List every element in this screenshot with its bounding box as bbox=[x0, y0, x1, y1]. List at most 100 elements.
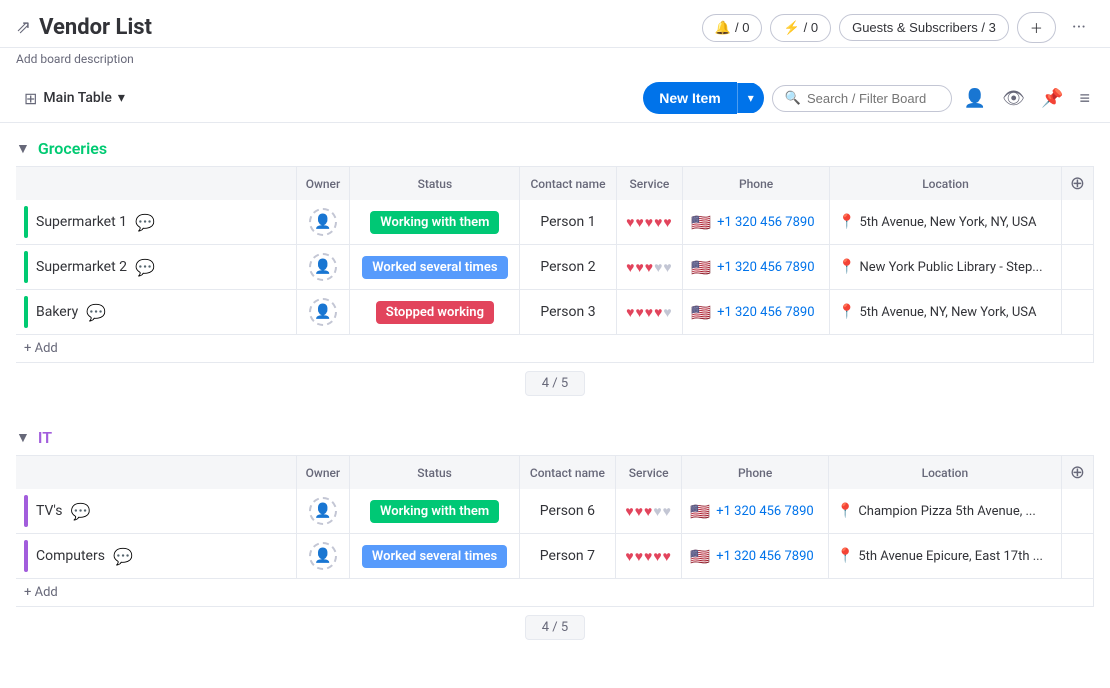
row-name: Supermarket 2 bbox=[36, 259, 127, 275]
summary-row-groceries: 4 / 5 bbox=[16, 363, 1094, 404]
status-badge[interactable]: Working with them bbox=[370, 211, 499, 234]
header-left: ⇗ Vendor List bbox=[16, 15, 152, 40]
avatar[interactable]: 👤 bbox=[309, 542, 337, 570]
table-icon: ⊞ bbox=[24, 89, 37, 108]
col-status-groceries: Status bbox=[350, 167, 520, 201]
toolbar: ⊞ Main Table ▾ New Item ▾ 🔍 👤 👁 📌 ≡ bbox=[0, 74, 1110, 123]
location-text: 5th Avenue Epicure, East 17th ... bbox=[858, 549, 1043, 564]
group-header-it: ▼ IT bbox=[16, 428, 1094, 447]
activity-count: / 0 bbox=[735, 20, 749, 35]
person-icon[interactable]: 👤 bbox=[960, 84, 990, 113]
more-options-button[interactable]: ··· bbox=[1064, 13, 1094, 42]
location-cell: 📍 5th Avenue Epicure, East 17th ... bbox=[828, 534, 1061, 579]
group-chevron-it[interactable]: ▼ bbox=[16, 429, 30, 446]
content: ▼ Groceries Owner Status Contact name Se… bbox=[0, 123, 1110, 688]
table-row: Computers 💬 👤 Worked several times Perso… bbox=[16, 534, 1094, 579]
activity2-button[interactable]: ⚡ / 0 bbox=[770, 14, 831, 42]
group-chevron-groceries[interactable]: ▼ bbox=[16, 140, 30, 157]
status-badge[interactable]: Working with them bbox=[370, 500, 499, 523]
add-column-icon[interactable]: ⊕ bbox=[1070, 462, 1085, 483]
phone-number: +1 320 456 7890 bbox=[717, 305, 814, 320]
app-header: ⇗ Vendor List 🔔 / 0 ⚡ / 0 Guests & Subsc… bbox=[0, 0, 1110, 48]
status-badge[interactable]: Worked several times bbox=[362, 545, 507, 568]
comment-icon[interactable]: 💬 bbox=[71, 502, 91, 521]
avatar[interactable]: 👤 bbox=[309, 497, 337, 525]
contact-cell: Person 7 bbox=[519, 534, 615, 579]
add-row-cell[interactable]: + Add bbox=[16, 579, 1094, 607]
comment-icon[interactable]: 💬 bbox=[113, 547, 133, 566]
board-description[interactable]: Add board description bbox=[0, 48, 1110, 74]
new-item-main-button[interactable]: New Item bbox=[643, 82, 736, 114]
avatar[interactable]: 👤 bbox=[309, 208, 337, 236]
status-badge[interactable]: Stopped working bbox=[376, 301, 494, 324]
col-contact-groceries: Contact name bbox=[520, 167, 616, 201]
search-icon: 🔍 bbox=[785, 91, 801, 106]
status-cell[interactable]: Working with them bbox=[350, 200, 520, 245]
filter-icon[interactable]: ≡ bbox=[1075, 84, 1094, 113]
service-cell: ♥♥♥♥♥ bbox=[616, 245, 683, 290]
add-row[interactable]: + Add bbox=[16, 335, 1094, 363]
status-badge[interactable]: Worked several times bbox=[362, 256, 507, 279]
row-name-cell: Supermarket 2 💬 bbox=[16, 245, 296, 290]
add-row[interactable]: + Add bbox=[16, 579, 1094, 607]
search-input[interactable] bbox=[807, 91, 939, 106]
hearts: ♥♥♥♥♥ bbox=[625, 504, 672, 520]
activity-button[interactable]: 🔔 / 0 bbox=[702, 14, 763, 42]
hearts: ♥♥♥♥♥ bbox=[626, 215, 673, 231]
service-cell: ♥♥♥♥♥ bbox=[616, 200, 683, 245]
header-right: 🔔 / 0 ⚡ / 0 Guests & Subscribers / 3 ＋ ·… bbox=[702, 12, 1094, 43]
avatar[interactable]: 👤 bbox=[309, 253, 337, 281]
phone-cell: 🇺🇸 +1 320 456 7890 bbox=[683, 200, 830, 245]
add-column-icon[interactable]: ⊕ bbox=[1070, 173, 1085, 194]
status-cell[interactable]: Worked several times bbox=[350, 245, 520, 290]
location-cell: 📍 Champion Pizza 5th Avenue, ... bbox=[828, 489, 1061, 534]
phone-cell: 🇺🇸 +1 320 456 7890 bbox=[682, 534, 829, 579]
status-cell[interactable]: Working with them bbox=[350, 489, 520, 534]
hearts: ♥♥♥♥♥ bbox=[626, 305, 673, 321]
chevron-down-icon: ▾ bbox=[118, 90, 125, 106]
status-cell[interactable]: Stopped working bbox=[350, 290, 520, 335]
row-name-cell: Bakery 💬 bbox=[16, 290, 296, 335]
col-owner-groceries: Owner bbox=[296, 167, 350, 201]
extra-cell bbox=[1061, 200, 1093, 245]
activity-icon: 🔔 bbox=[715, 20, 731, 36]
col-add-groceries[interactable]: ⊕ bbox=[1061, 167, 1093, 201]
location-text: 5th Avenue, New York, NY, USA bbox=[859, 215, 1036, 230]
eye-icon[interactable]: 👁 bbox=[998, 84, 1029, 113]
owner-cell: 👤 bbox=[296, 290, 350, 335]
new-item-dropdown-button[interactable]: ▾ bbox=[737, 83, 764, 113]
row-name-cell: Supermarket 1 💬 bbox=[16, 200, 296, 245]
hearts: ♥♥♥♥♥ bbox=[625, 549, 672, 565]
extra-cell bbox=[1061, 534, 1093, 579]
row-name: Computers bbox=[36, 548, 105, 564]
main-table-button[interactable]: ⊞ Main Table ▾ bbox=[16, 85, 133, 112]
color-bar bbox=[24, 495, 28, 527]
guests-button[interactable]: Guests & Subscribers / 3 bbox=[839, 14, 1009, 41]
col-owner-it: Owner bbox=[296, 456, 350, 490]
comment-icon[interactable]: 💬 bbox=[135, 258, 155, 277]
flag-icon: 🇺🇸 bbox=[691, 303, 711, 322]
col-add-it[interactable]: ⊕ bbox=[1061, 456, 1093, 490]
it-header-row: Owner Status Contact name Service Phone … bbox=[16, 456, 1094, 490]
pin-icon[interactable]: 📌 bbox=[1037, 84, 1067, 113]
search-box: 🔍 bbox=[772, 85, 952, 112]
location-cell: 📍 5th Avenue, New York, NY, USA bbox=[830, 200, 1062, 245]
comment-icon[interactable]: 💬 bbox=[86, 303, 106, 322]
location-cell: 📍 5th Avenue, NY, New York, USA bbox=[830, 290, 1062, 335]
invite-button[interactable]: ＋ bbox=[1017, 12, 1056, 43]
add-row-cell[interactable]: + Add bbox=[16, 335, 1094, 363]
contact-cell: Person 6 bbox=[519, 489, 615, 534]
status-cell[interactable]: Worked several times bbox=[350, 534, 520, 579]
row-name-cell: TV's 💬 bbox=[16, 489, 296, 534]
owner-cell: 👤 bbox=[296, 200, 350, 245]
location-text: 5th Avenue, NY, New York, USA bbox=[859, 305, 1036, 320]
summary-badge-groceries: 4 / 5 bbox=[525, 371, 585, 396]
comment-icon[interactable]: 💬 bbox=[135, 213, 155, 232]
share-icon: ⇗ bbox=[16, 17, 31, 38]
owner-cell: 👤 bbox=[296, 534, 350, 579]
flag-icon: 🇺🇸 bbox=[690, 502, 710, 521]
color-bar bbox=[24, 540, 28, 572]
plus-icon: ＋ bbox=[1030, 18, 1043, 37]
avatar[interactable]: 👤 bbox=[309, 298, 337, 326]
row-name-cell: Computers 💬 bbox=[16, 534, 296, 579]
